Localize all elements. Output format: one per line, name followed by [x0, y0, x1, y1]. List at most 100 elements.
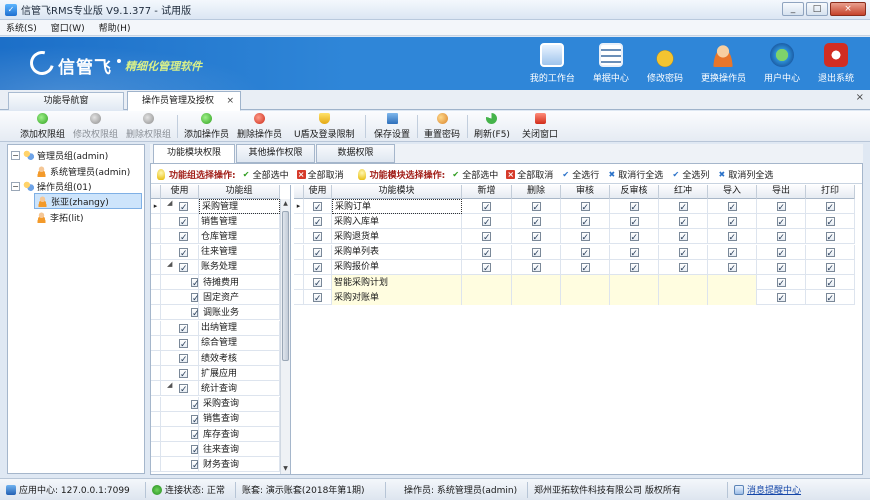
tree-node-admin-group[interactable]: − 管理员组(admin) — [11, 147, 108, 163]
permission-checkbox[interactable] — [629, 262, 639, 275]
tab-function-navigation[interactable]: 功能导航窗 — [8, 92, 124, 110]
permission-checkbox[interactable] — [825, 231, 835, 244]
tab-operator-management[interactable]: 操作员管理及授权 × — [127, 91, 241, 111]
table-row[interactable]: 出纳管理 — [151, 320, 280, 336]
use-checkbox[interactable] — [313, 292, 322, 305]
permission-checkbox[interactable] — [580, 231, 590, 244]
delete-group-button[interactable]: 删除权限组 — [126, 113, 171, 140]
table-row[interactable]: 采购入库单 — [294, 214, 855, 230]
table-row[interactable]: 绩效考核 — [151, 351, 280, 366]
nav-change-password[interactable]: 修改密码 — [647, 43, 683, 84]
permission-checkbox[interactable] — [629, 201, 639, 214]
table-row[interactable]: 采购单列表 — [294, 244, 855, 260]
use-checkbox[interactable] — [313, 277, 322, 290]
use-checkbox[interactable] — [313, 247, 322, 260]
permission-checkbox[interactable] — [727, 201, 737, 214]
table-row[interactable]: 采购报价单 — [294, 259, 855, 275]
select-row[interactable]: ✔ 全选行 — [561, 168, 599, 181]
nav-document-center[interactable]: 单据中心 — [593, 43, 629, 84]
table-row[interactable]: 固定资产 — [151, 290, 280, 306]
nav-exit-system[interactable]: 退出系统 — [818, 43, 854, 84]
grid-header-cell[interactable]: 删除 — [512, 185, 561, 199]
permission-checkbox[interactable] — [678, 216, 688, 229]
permission-checkbox[interactable] — [776, 231, 786, 244]
tab-close-icon[interactable]: × — [226, 92, 234, 110]
permission-checkbox[interactable] — [678, 201, 688, 214]
permission-checkbox[interactable] — [482, 201, 491, 214]
permission-checkbox[interactable] — [531, 247, 541, 260]
minimize-button[interactable]: _ — [782, 2, 804, 16]
nav-my-workbench[interactable]: 我的工作台 — [530, 43, 575, 84]
table-row[interactable]: 往来查询 — [151, 442, 280, 458]
table-row[interactable]: 采购对账单 — [294, 290, 855, 306]
permission-checkbox[interactable] — [531, 262, 541, 275]
use-checkbox[interactable] — [179, 216, 188, 229]
permission-checkbox[interactable] — [482, 231, 491, 244]
table-row[interactable]: 扩展应用 — [151, 366, 280, 382]
use-checkbox[interactable] — [191, 307, 198, 320]
table-row[interactable]: 待摊费用 — [151, 275, 280, 290]
table-row[interactable]: 调账业务 — [151, 305, 280, 321]
ukey-login-limit-button[interactable]: U盾及登录限制 — [294, 113, 355, 140]
permission-checkbox[interactable] — [776, 247, 786, 260]
permission-checkbox[interactable] — [727, 231, 737, 244]
use-checkbox[interactable] — [179, 338, 188, 351]
use-checkbox[interactable] — [179, 323, 188, 336]
add-group-button[interactable]: 添加权限组 — [20, 113, 65, 140]
close-button[interactable]: × — [830, 2, 866, 16]
permission-checkbox[interactable] — [776, 292, 786, 305]
close-all-tabs-icon[interactable]: × — [856, 92, 864, 103]
permission-checkbox[interactable] — [776, 201, 786, 214]
table-row[interactable]: ◢ 统计查询 — [151, 381, 280, 397]
permission-checkbox[interactable] — [727, 216, 737, 229]
use-checkbox[interactable] — [179, 247, 188, 260]
reset-password-button[interactable]: 重置密码 — [424, 113, 460, 140]
save-settings-button[interactable]: 保存设置 — [374, 113, 410, 140]
permission-checkbox[interactable] — [629, 231, 639, 244]
edit-group-button[interactable]: 修改权限组 — [73, 113, 118, 140]
permission-checkbox[interactable] — [825, 216, 835, 229]
module-deselect-all[interactable]: × 全部取消 — [506, 168, 553, 181]
permission-checkbox[interactable] — [580, 216, 590, 229]
expand-icon[interactable]: ◢ — [167, 199, 172, 207]
permission-checkbox[interactable] — [531, 216, 541, 229]
use-checkbox[interactable] — [191, 399, 198, 412]
module-select-all[interactable]: ✔ 全部选中 — [451, 168, 498, 181]
permission-checkbox[interactable] — [678, 231, 688, 244]
collapse-icon[interactable]: − — [11, 181, 20, 191]
permission-checkbox[interactable] — [629, 216, 639, 229]
permission-checkbox[interactable] — [825, 277, 835, 290]
permission-checkbox[interactable] — [482, 262, 491, 275]
table-row[interactable]: 财务查询 — [151, 457, 280, 473]
permission-checkbox[interactable] — [825, 292, 835, 305]
use-checkbox[interactable] — [191, 444, 198, 457]
menu-help[interactable]: 帮助(H) — [99, 21, 131, 34]
expand-icon[interactable]: ◢ — [167, 260, 172, 268]
table-row[interactable]: 库存查询 — [151, 427, 280, 442]
table-row[interactable]: ▸ 采购订单 — [294, 199, 855, 214]
use-checkbox[interactable] — [179, 262, 188, 275]
delete-operator-button[interactable]: 删除操作员 — [237, 113, 282, 140]
table-row[interactable]: 综合管理 — [151, 335, 280, 351]
menu-system[interactable]: 系统(S) — [6, 21, 37, 34]
permission-checkbox[interactable] — [482, 247, 491, 260]
use-checkbox[interactable] — [179, 383, 188, 396]
permission-checkbox[interactable] — [580, 247, 590, 260]
use-checkbox[interactable] — [179, 353, 188, 366]
table-row[interactable]: ◢ 账务处理 — [151, 259, 280, 275]
tab-data-permissions[interactable]: 数据权限 — [316, 144, 395, 163]
tree-node-system-admin[interactable]: 系统管理员(admin) — [36, 163, 130, 179]
grid-header-cell[interactable]: 功能模块 — [332, 185, 462, 199]
deselect-row[interactable]: ✖ 取消行全选 — [607, 168, 663, 181]
scroll-up-icon[interactable]: ▲ — [281, 199, 290, 209]
table-row[interactable]: 往来管理 — [151, 244, 280, 260]
close-window-button[interactable]: 关闭窗口 — [522, 113, 558, 140]
tree-node-lit[interactable]: 李拓(lit) — [36, 209, 84, 225]
tab-module-permissions[interactable]: 功能模块权限 — [153, 144, 235, 164]
group-deselect-all[interactable]: × 全部取消 — [296, 168, 344, 181]
tree-node-operator-group[interactable]: − 操作员组(01) — [11, 178, 91, 194]
table-row[interactable]: 采购查询 — [151, 396, 280, 412]
permission-checkbox[interactable] — [629, 247, 639, 260]
grid-header-cell[interactable]: 使用 — [304, 185, 332, 199]
use-checkbox[interactable] — [313, 262, 322, 275]
